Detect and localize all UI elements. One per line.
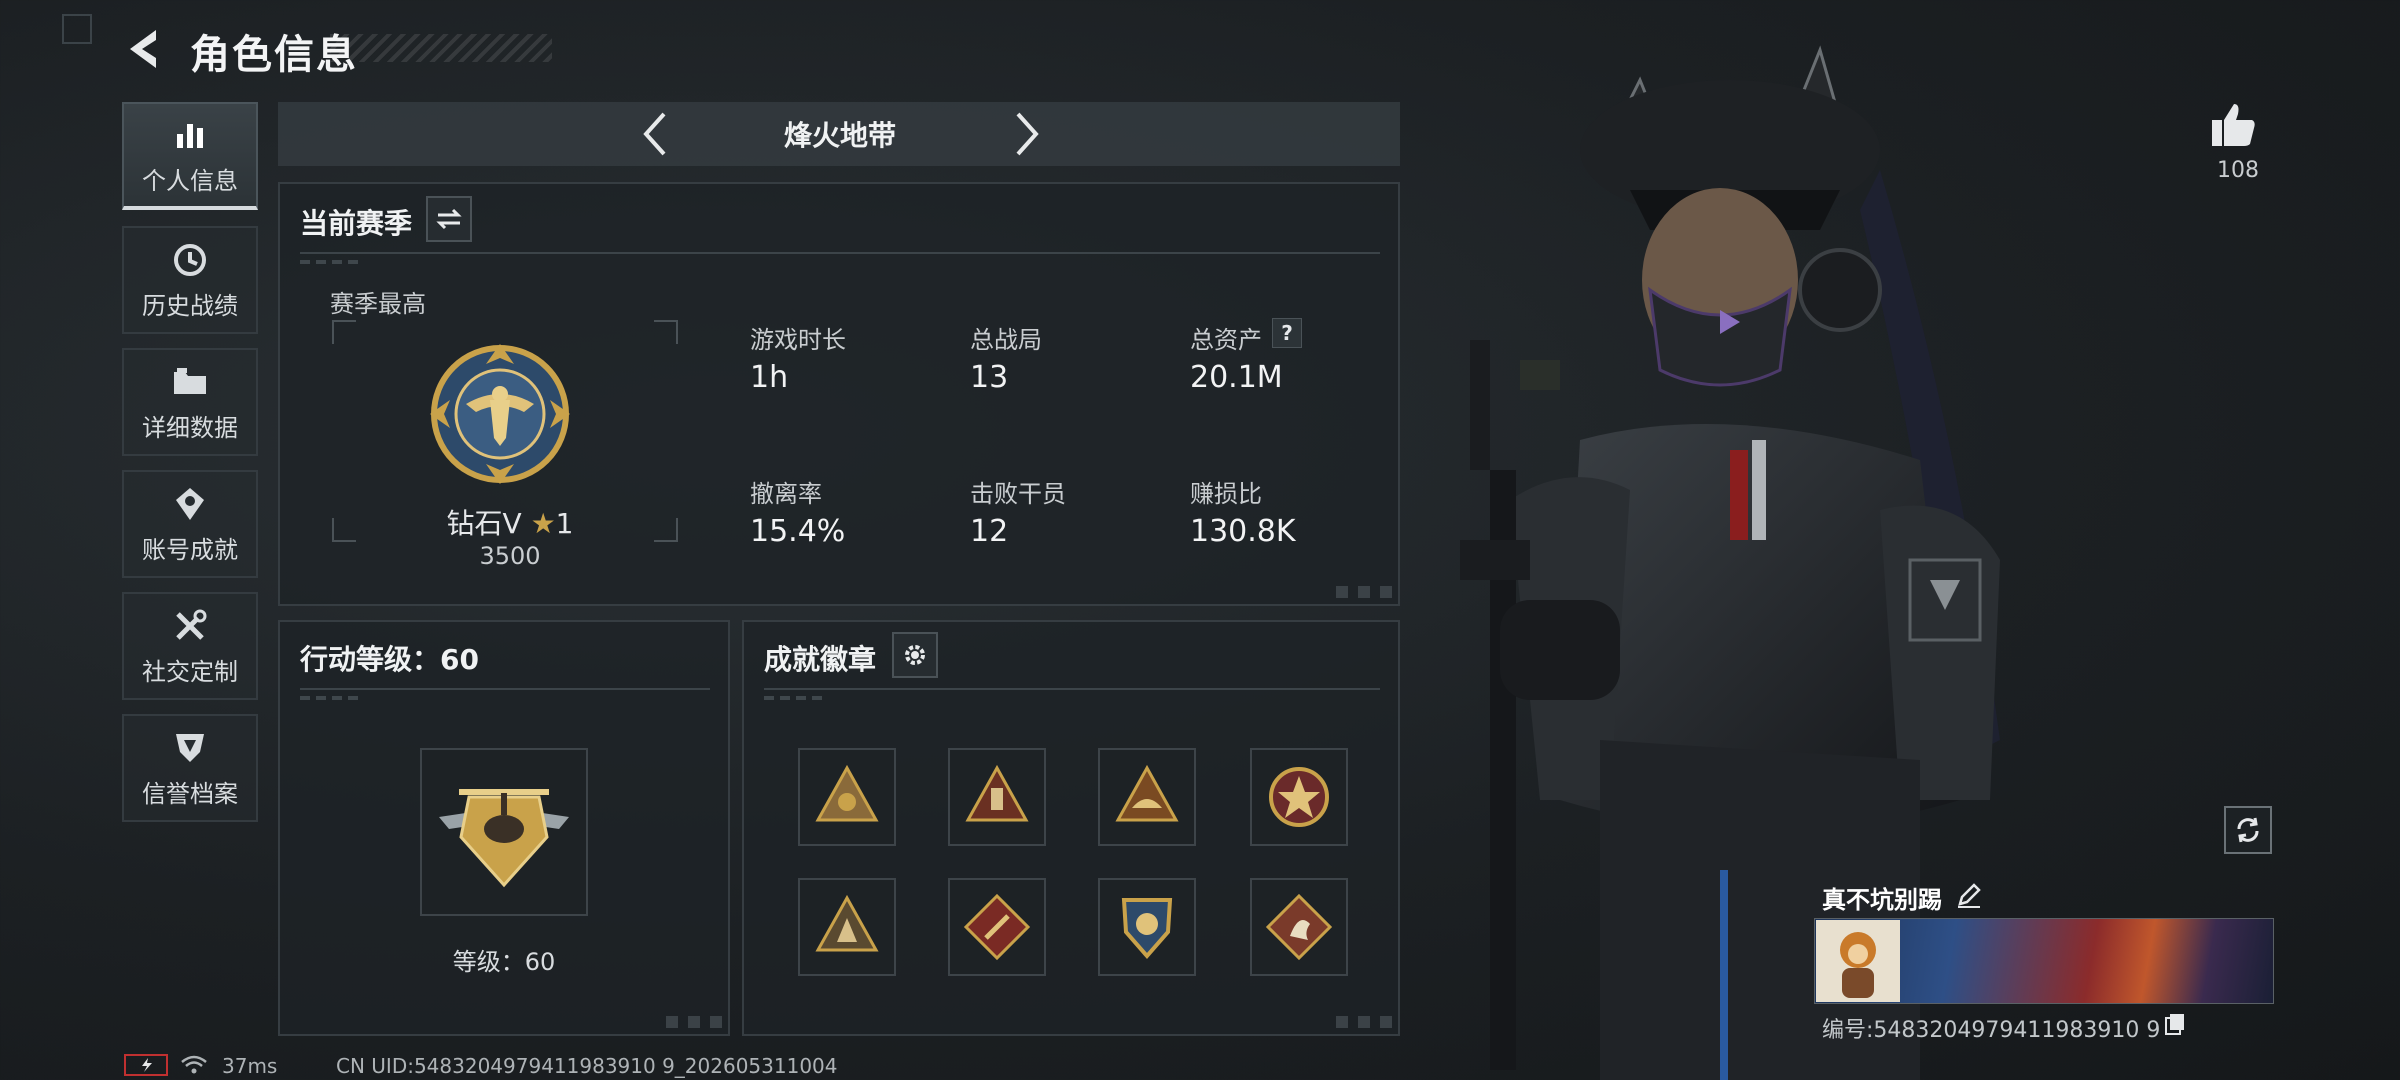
back-arrow-icon[interactable]: [122, 26, 164, 72]
page-title: 角色信息: [190, 32, 358, 78]
thumbs-up-icon[interactable]: [2208, 100, 2258, 150]
stat-label: 击败干员: [970, 480, 1066, 508]
stat-value: 1h: [750, 360, 789, 395]
badge-settings-button[interactable]: [892, 632, 938, 678]
triangle-emblem-icon: [965, 764, 1029, 822]
stat-label: 赚损比: [1190, 480, 1262, 508]
rank-name-row: 钻石V ★1: [420, 502, 600, 542]
achievement-badge[interactable]: [1250, 748, 1348, 846]
rotate-model-button[interactable]: [2224, 806, 2272, 854]
achievement-icon: [170, 484, 210, 524]
sidebar-item-history[interactable]: 历史战绩: [122, 226, 258, 334]
wifi-icon: [180, 1054, 208, 1076]
swap-arrows-icon: [436, 208, 462, 230]
sidebar-item-achievements[interactable]: 账号成就: [122, 470, 258, 578]
dash-decoration: [300, 260, 360, 264]
sidebar-item-label: 信誉档案: [142, 779, 238, 808]
triangle-emblem-icon: [1115, 764, 1179, 822]
corner-squares-decoration: [1336, 1016, 1394, 1028]
panel-divider: [300, 688, 710, 690]
ping-text: 37ms: [222, 1054, 278, 1078]
stat-value: 12: [970, 514, 1009, 549]
triangle-emblem-icon: [815, 764, 879, 822]
sidebar-item-social-custom[interactable]: 社交定制: [122, 592, 258, 700]
frame-corner: [654, 518, 678, 542]
sidebar-item-label: 历史战绩: [142, 291, 238, 320]
corner-squares-decoration: [666, 1016, 724, 1028]
sidebar-item-label: 个人信息: [142, 166, 238, 195]
rank-name: 钻石V: [446, 507, 522, 540]
achievement-badge[interactable]: [1098, 878, 1196, 976]
uid-text: CN UID:5483204979411983910 9_20260531100…: [336, 1054, 838, 1078]
gear-icon: [905, 645, 925, 665]
diamond-emblem-icon: [963, 893, 1031, 961]
panel-divider: [300, 252, 1380, 254]
action-level-label: 等级：60: [452, 948, 556, 976]
sidebar-item-label: 账号成就: [142, 535, 238, 564]
triangle-emblem-icon: [815, 894, 879, 952]
like-count: 108: [2217, 158, 2259, 183]
season-best-label: 赛季最高: [330, 290, 426, 318]
panel-divider: [764, 688, 1380, 690]
stat-value: 15.4%: [750, 514, 846, 549]
help-button[interactable]: ?: [1272, 318, 1302, 348]
rank-points: 3500: [479, 542, 541, 570]
sidebar-item-personal-info[interactable]: 个人信息: [122, 102, 258, 210]
folder-icon: [170, 362, 210, 402]
avatar[interactable]: [1816, 920, 1900, 1002]
corner-decoration: [62, 14, 92, 44]
chevron-left-icon[interactable]: [636, 108, 676, 160]
stat-label: 撤离率: [750, 480, 822, 508]
star-icon: ★: [530, 507, 556, 540]
player-id: 编号:5483204979411983910 9: [1822, 1018, 2161, 1043]
season-panel-title: 当前赛季: [300, 207, 413, 240]
achievement-badge[interactable]: [798, 878, 896, 976]
achievement-badge[interactable]: [1098, 748, 1196, 846]
frame-corner: [654, 320, 678, 344]
achievement-badges-title: 成就徽章: [764, 643, 877, 676]
player-name: 真不坑别踢: [1822, 886, 1942, 914]
frame-corner: [332, 320, 356, 344]
stat-value: 13: [970, 360, 1009, 395]
stat-label: 总资产: [1190, 326, 1262, 354]
corner-squares-decoration: [1336, 586, 1394, 598]
sidebar-item-detailed-data[interactable]: 详细数据: [122, 348, 258, 456]
stat-label: 总战局: [970, 326, 1042, 354]
shield-emblem-icon: [1121, 898, 1173, 960]
history-clock-icon: [170, 240, 210, 280]
switch-season-button[interactable]: [426, 196, 472, 242]
achievement-badge[interactable]: [798, 748, 896, 846]
rank-emblem-icon: [420, 334, 580, 494]
tools-icon: [170, 606, 210, 646]
achievement-badge[interactable]: [948, 878, 1046, 976]
mode-label: 烽火地带: [783, 119, 896, 152]
frame-corner: [332, 518, 356, 542]
stat-value: 130.8K: [1190, 514, 1296, 549]
sidebar-item-reputation[interactable]: 信誉档案: [122, 714, 258, 822]
stat-value: 20.1M: [1190, 360, 1283, 395]
battery-low-icon: [124, 1054, 168, 1076]
copy-icon[interactable]: [2164, 1012, 2186, 1036]
title-hatch-decoration: [330, 34, 552, 62]
sidebar-item-label: 社交定制: [142, 657, 238, 686]
achievement-badge[interactable]: [948, 748, 1046, 846]
action-level-emblem: [420, 748, 588, 916]
dash-decoration: [764, 696, 824, 700]
rank-stars: 1: [555, 507, 574, 540]
shield-badge-icon: [170, 728, 210, 768]
action-level-title: 行动等级：60: [300, 643, 479, 676]
diamond-emblem-icon: [1265, 893, 1333, 961]
refresh-icon: [2237, 817, 2259, 843]
achievement-badge[interactable]: [1250, 878, 1348, 976]
stat-label: 游戏时长: [750, 326, 846, 354]
edit-pencil-icon[interactable]: [1956, 882, 1982, 908]
bar-chart-icon: [170, 115, 210, 155]
chevron-right-icon[interactable]: [1006, 108, 1046, 160]
round-emblem-icon: [1269, 767, 1329, 827]
sidebar-item-label: 详细数据: [142, 413, 238, 442]
helicopter-emblem-icon: [439, 789, 569, 888]
dash-decoration: [300, 696, 360, 700]
